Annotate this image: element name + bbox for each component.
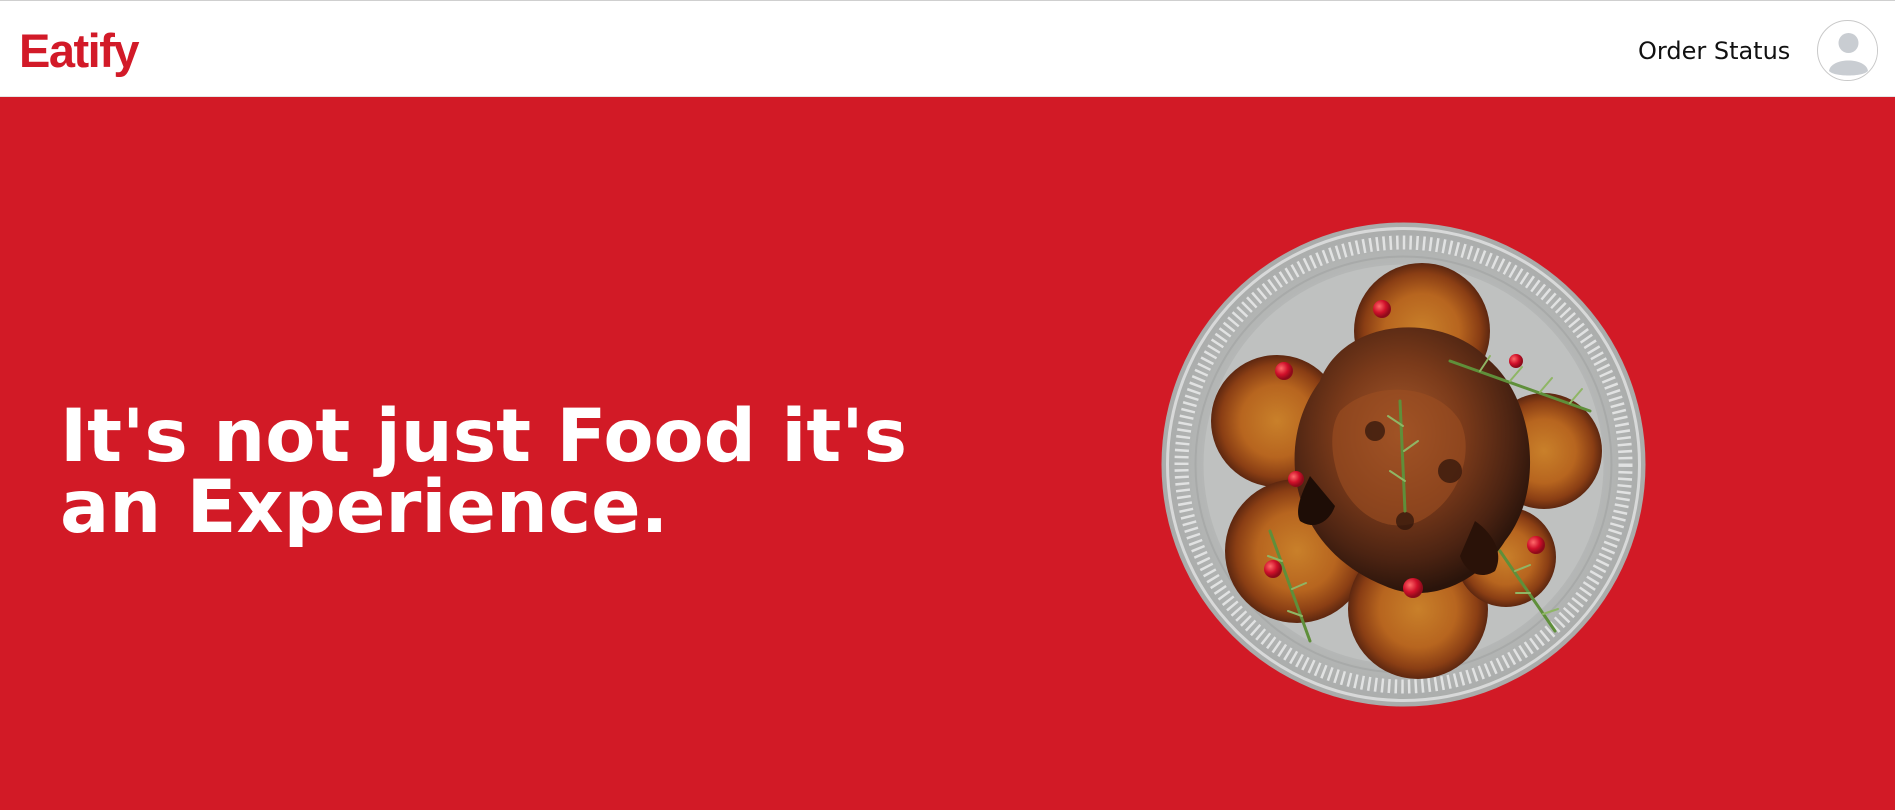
user-avatar-button[interactable] — [1817, 20, 1878, 81]
user-avatar-icon — [1818, 21, 1877, 80]
brand-logo[interactable]: Eatify — [19, 23, 140, 79]
hero-food-image — [1160, 221, 1647, 708]
top-navbar: Eatify Order Status — [0, 0, 1895, 97]
hero-headline: It's not just Food it's an Experience. — [60, 394, 908, 550]
hero-banner: It's not just Food it's an Experience. — [0, 97, 1895, 810]
order-status-link[interactable]: Order Status — [1638, 36, 1790, 66]
roast-chicken-plate-image — [1161, 222, 1646, 707]
